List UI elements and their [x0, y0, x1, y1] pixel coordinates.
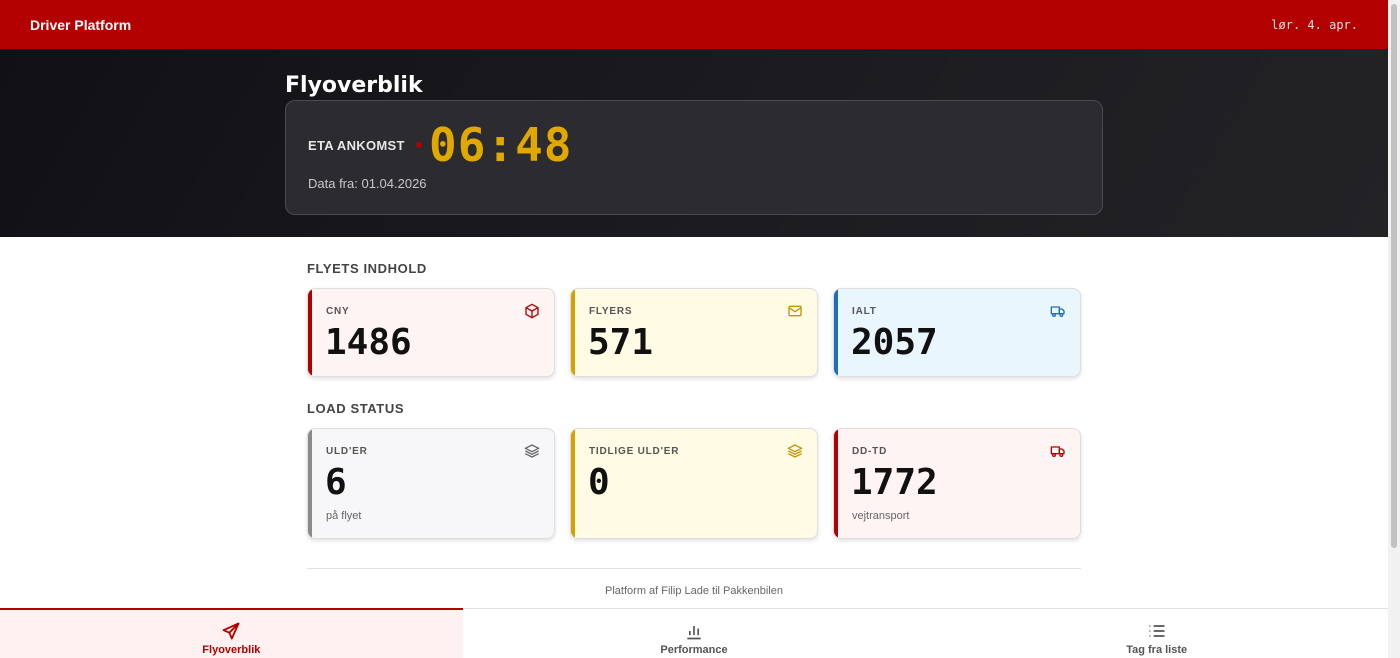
card-accent — [571, 289, 575, 376]
data-source-text: Data fra: 01.04.2026 — [308, 176, 427, 191]
page-title: Flyoverblik — [285, 73, 423, 98]
bar-chart-icon — [687, 626, 701, 640]
stat-card-flyers: FLYERS 571 — [570, 288, 818, 377]
stat-value: 571 — [588, 322, 654, 363]
nav-label: Tag fra liste — [1126, 644, 1188, 656]
stat-value: 2057 — [851, 322, 938, 363]
nav-item-performance[interactable]: Performance — [463, 609, 926, 658]
list-icon — [1149, 625, 1165, 637]
card-accent — [834, 429, 838, 538]
stat-subtext: på flyet — [326, 510, 362, 522]
plane-icon — [222, 622, 240, 640]
app-brand[interactable]: Driver Platform — [30, 17, 131, 33]
footer-credit: Platform af Filip Lade til Pakkenbilen — [605, 585, 783, 597]
layers-icon — [787, 444, 803, 458]
current-date: lør. 4. apr. — [1271, 17, 1358, 32]
stat-card-tidlige-ulder: TIDLIGE ULD'ER 0 — [570, 428, 818, 539]
section-title-contents: FLYETS INDHOLD — [307, 261, 427, 276]
hero-section: Flyoverblik ETA ANKOMST 06:48 Data fra: … — [0, 49, 1388, 237]
scrollbar-thumb[interactable] — [1391, 4, 1397, 548]
stat-label: DD-TD — [852, 446, 888, 457]
stat-value: 1772 — [851, 462, 938, 503]
card-accent — [834, 289, 838, 376]
stat-card-cny: CNY 1486 — [307, 288, 555, 377]
nav-item-tag-fra-liste[interactable]: Tag fra liste — [925, 609, 1388, 658]
card-accent — [571, 429, 575, 538]
stat-label: CNY — [326, 306, 350, 317]
stat-card-ulder: ULD'ER 6 på flyet — [307, 428, 555, 539]
truck-icon — [1050, 306, 1065, 317]
nav-label: Performance — [660, 644, 728, 656]
envelope-icon — [788, 305, 802, 317]
nav-item-flyoverblik[interactable]: Flyoverblik — [0, 608, 463, 658]
section-title-load: LOAD STATUS — [307, 401, 405, 416]
eta-time: 06:48 — [429, 118, 573, 172]
top-bar: Driver Platform lør. 4. apr. — [0, 0, 1388, 49]
card-accent — [308, 289, 312, 376]
stat-value: 0 — [588, 462, 610, 503]
page-scrollbar[interactable] — [1388, 0, 1400, 658]
stat-label: TIDLIGE ULD'ER — [589, 446, 680, 457]
stat-label: IALT — [852, 306, 877, 317]
stat-card-ialt: IALT 2057 — [833, 288, 1081, 377]
stat-label: FLYERS — [589, 306, 633, 317]
stat-card-dd-td: DD-TD 1772 vejtransport — [833, 428, 1081, 539]
stat-value: 6 — [325, 462, 347, 503]
package-icon — [525, 303, 539, 319]
layers-icon — [524, 444, 540, 458]
stat-value: 1486 — [325, 322, 412, 363]
eta-card: ETA ANKOMST 06:48 Data fra: 01.04.2026 — [285, 100, 1103, 215]
footer-divider — [307, 568, 1081, 569]
eta-label: ETA ANKOMST — [308, 138, 405, 153]
stat-label: ULD'ER — [326, 446, 368, 457]
card-accent — [308, 429, 312, 538]
truck-icon — [1050, 446, 1065, 457]
live-dot-icon — [416, 142, 422, 148]
stat-subtext: vejtransport — [852, 510, 910, 522]
nav-label: Flyoverblik — [202, 644, 261, 656]
bottom-nav: Flyoverblik Performance Tag fra liste — [0, 608, 1388, 658]
